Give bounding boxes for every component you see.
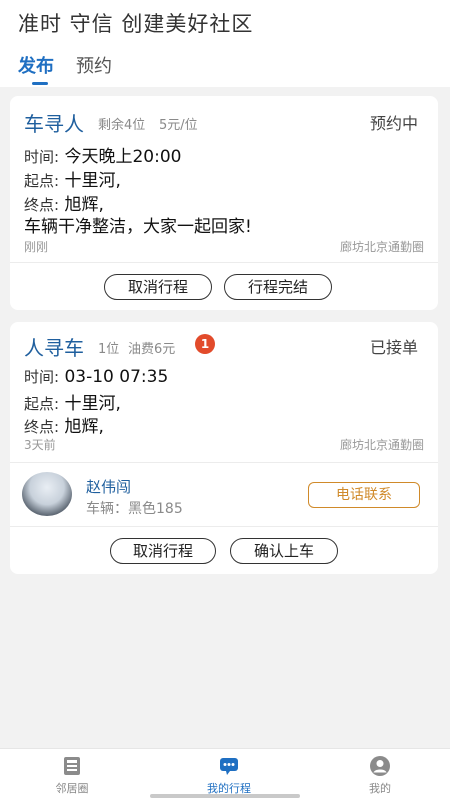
seats-left: 剩余4位 [98, 118, 146, 133]
home-indicator [150, 794, 300, 798]
trip-note: 车辆干净整洁，大家一起回家! [24, 217, 252, 237]
cancel-trip-button[interactable]: 取消行程 [104, 274, 212, 300]
start-value: 十里河, [64, 394, 121, 414]
app-slogan: 准时 守信 创建美好社区 [18, 12, 254, 36]
call-driver-button[interactable]: 电话联系 [308, 482, 420, 508]
time-value: 今天晚上20:00 [64, 147, 182, 167]
divider [10, 462, 438, 463]
notification-badge: 1 [195, 334, 215, 354]
complete-trip-button[interactable]: 行程完结 [224, 274, 332, 300]
nav-my-trips[interactable]: 我的行程 [194, 755, 264, 796]
bottom-nav: 邻居圈 我的行程 我的 [0, 748, 450, 800]
news-icon [64, 757, 80, 775]
nav-label: 我的 [369, 782, 391, 795]
driver-name: 赵伟闯 [86, 478, 132, 496]
avatar[interactable] [22, 472, 72, 516]
divider [10, 526, 438, 527]
seats: 1位 [98, 342, 120, 357]
header: 准时 守信 创建美好社区 发布 预约 [0, 0, 450, 87]
nav-me[interactable]: 我的 [345, 755, 415, 796]
end-row: 终点: 旭辉, [24, 412, 104, 437]
end-label: 终点: [24, 418, 60, 436]
group-name: 廊坊北京通勤圈 [339, 438, 424, 452]
trip-card[interactable]: 人寻车 1位 油费6元 1 已接单 时间: 03-10 07:35 起点: 十里… [10, 322, 438, 574]
nav-label: 邻居圈 [55, 782, 89, 795]
trip-chat-icon [220, 758, 238, 775]
vehicle-info: 车辆：黑色185 [86, 501, 183, 517]
start-label: 起点: [24, 395, 60, 413]
start-value: 十里河, [64, 171, 121, 191]
posted-time: 刚刚 [24, 240, 49, 254]
trip-card[interactable]: 车寻人 剩余4位 5元/位 预约中 时间: 今天晚上20:00 起点: 十里河,… [10, 96, 438, 310]
divider [10, 262, 438, 263]
trip-type: 人寻车 [24, 336, 84, 360]
trip-type: 车寻人 [24, 112, 84, 136]
time-label: 时间: [24, 148, 60, 166]
tab-bar: 发布 预约 [18, 52, 134, 85]
fuel-cost: 油费6元 [128, 342, 176, 357]
start-row: 起点: 十里河, [24, 166, 121, 191]
time-row: 时间: 03-10 07:35 [24, 366, 168, 387]
tab-publish[interactable]: 发布 [18, 52, 54, 85]
posted-time: 3天前 [24, 438, 56, 452]
group-name: 廊坊北京通勤圈 [339, 240, 424, 254]
tab-reserve[interactable]: 预约 [76, 52, 112, 78]
time-row: 时间: 今天晚上20:00 [24, 142, 181, 167]
status-badge: 已接单 [369, 338, 418, 357]
cancel-trip-button[interactable]: 取消行程 [110, 538, 216, 564]
time-label: 时间: [24, 368, 60, 386]
end-value: 旭辉, [64, 417, 104, 437]
price: 5元/位 [159, 118, 198, 133]
nav-neighborhood[interactable]: 邻居圈 [37, 755, 107, 796]
status-badge: 预约中 [369, 114, 418, 133]
time-value: 03-10 07:35 [64, 367, 169, 387]
start-label: 起点: [24, 172, 60, 190]
user-icon [370, 756, 390, 776]
confirm-boarding-button[interactable]: 确认上车 [230, 538, 338, 564]
start-row: 起点: 十里河, [24, 389, 121, 414]
